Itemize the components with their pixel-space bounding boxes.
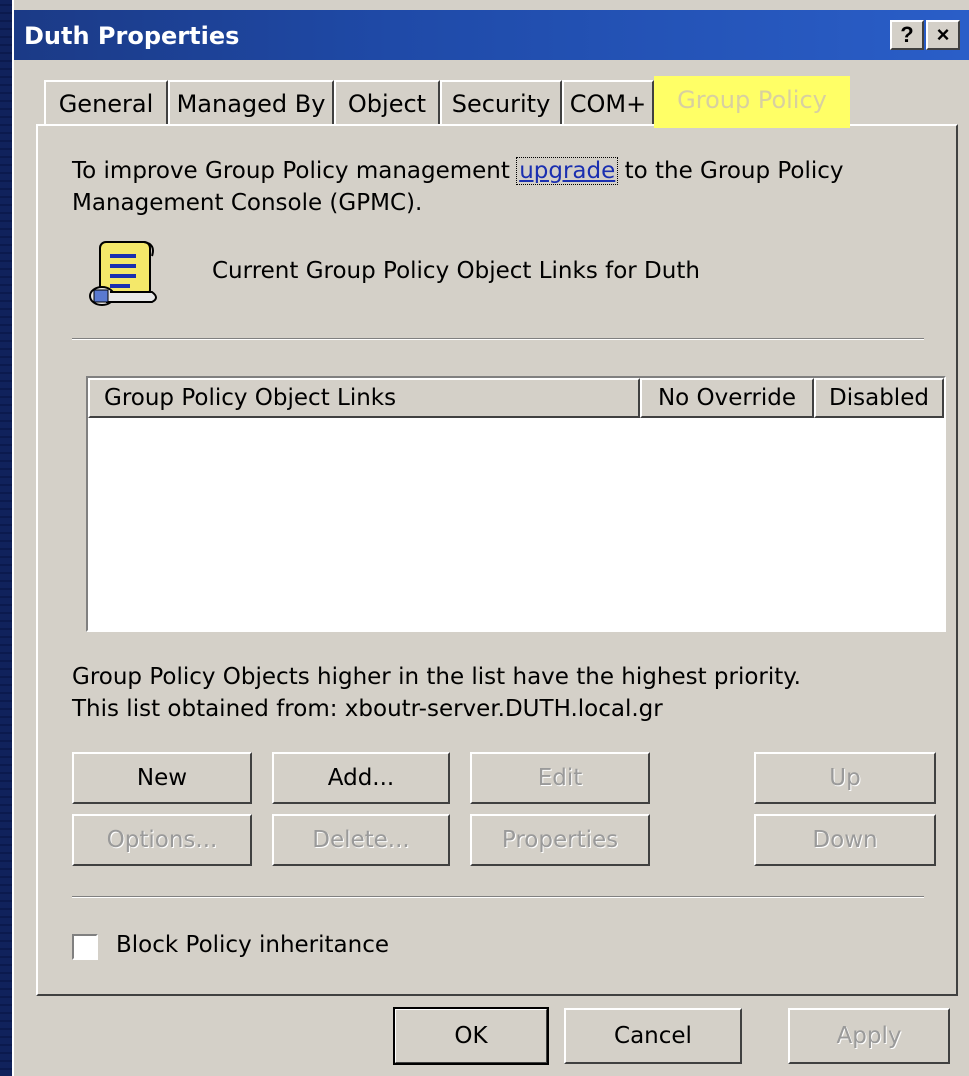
tab-general[interactable]: General (44, 80, 168, 126)
close-button[interactable]: × (926, 20, 960, 50)
tab-strip: General Managed By Object Security COM+ … (44, 76, 944, 128)
tab-com-plus[interactable]: COM+ (562, 80, 654, 126)
cancel-button[interactable]: Cancel (564, 1008, 742, 1064)
delete-button[interactable]: Delete... (272, 814, 450, 866)
current-links-label: Current Group Policy Object Links for Du… (212, 258, 700, 284)
block-inheritance-label[interactable]: Block Policy inheritance (116, 932, 389, 958)
priority-note: Group Policy Objects higher in the list … (72, 664, 801, 690)
down-button[interactable]: Down (754, 814, 936, 866)
column-header-disabled[interactable]: Disabled (814, 378, 944, 418)
options-button[interactable]: Options... (72, 814, 252, 866)
upgrade-notice-line2: Management Console (GPMC). (72, 190, 423, 216)
gpo-links-list[interactable]: Group Policy Object Links No Override Di… (86, 376, 946, 632)
tab-object[interactable]: Object (334, 80, 440, 126)
upgrade-notice-prefix: To improve Group Policy management (72, 158, 518, 184)
upgrade-link[interactable]: upgrade (516, 157, 619, 185)
help-button[interactable]: ? (890, 20, 924, 50)
up-button[interactable]: Up (754, 752, 936, 804)
tab-security[interactable]: Security (440, 80, 562, 126)
add-button[interactable]: Add... (272, 752, 450, 804)
column-header-no-override[interactable]: No Override (640, 378, 814, 418)
block-inheritance-checkbox[interactable] (72, 934, 98, 960)
title-bar[interactable]: Duth Properties ? × (14, 10, 969, 60)
apply-button[interactable]: Apply (788, 1008, 950, 1064)
properties-button[interactable]: Properties (470, 814, 650, 866)
obtained-from: This list obtained from: xboutr-server.D… (72, 696, 663, 722)
separator-bottom (72, 896, 924, 898)
window-title: Duth Properties (24, 22, 240, 50)
tab-managed-by[interactable]: Managed By (168, 80, 334, 126)
separator-top (72, 338, 924, 340)
upgrade-notice-suffix: to the Group Policy (617, 158, 844, 184)
edit-button[interactable]: Edit (470, 752, 650, 804)
properties-dialog: Duth Properties ? × General Managed By O… (12, 0, 969, 1076)
column-header-gpo-links[interactable]: Group Policy Object Links (88, 378, 640, 418)
upgrade-notice-line1: To improve Group Policy management upgra… (72, 157, 844, 185)
group-policy-panel: To improve Group Policy management upgra… (36, 124, 958, 996)
ok-button[interactable]: OK (393, 1007, 549, 1065)
scroll-icon (86, 236, 166, 312)
new-button[interactable]: New (72, 752, 252, 804)
tab-group-policy[interactable]: Group Policy (654, 76, 850, 128)
